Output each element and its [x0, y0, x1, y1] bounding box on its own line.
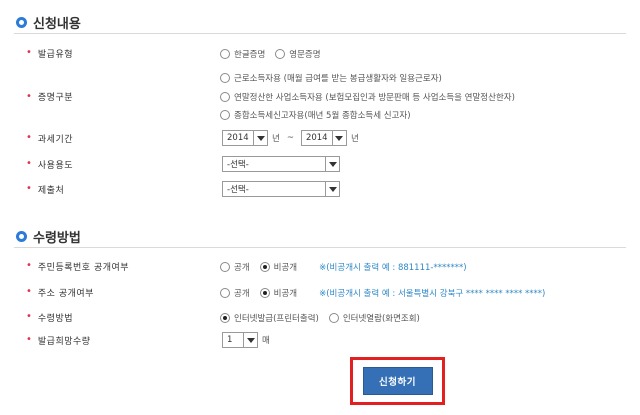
- receive-method-options: 인터넷발급(프린터출력) 인터넷열람(화면조회): [220, 312, 426, 324]
- required-dot-icon: •: [26, 90, 32, 102]
- radio-rrn-public[interactable]: [220, 262, 230, 272]
- row-cert-type: • 증명구분 근로소득자용 (매월 급여를 받는 봉급생활자와 일용근로자) 연…: [0, 70, 640, 122]
- address-options: 공개 비공개 ※(비공개시 출력 예 : 서울특별시 강북구 **** ****…: [220, 287, 545, 299]
- section-header-application: 신청내용: [16, 13, 81, 32]
- section-title: 신청내용: [33, 17, 81, 32]
- section-bullet-icon: [16, 17, 27, 28]
- radio-english-cert[interactable]: [275, 49, 286, 59]
- required-dot-icon: •: [26, 158, 32, 169]
- divider: [14, 247, 626, 248]
- rrn-options: 공개 비공개 ※(비공개시 출력 예 : 881111-*******): [220, 261, 467, 273]
- radio-comprehensive-income[interactable]: [220, 110, 230, 120]
- submit-highlight: 신청하기: [350, 357, 445, 405]
- field-label: • 주소 공개여부: [26, 286, 94, 299]
- radio-internet-view[interactable]: [328, 313, 339, 323]
- cert-type-option-3: 종합소득세신고자용(매년 5월 종합소득세 신고자): [220, 109, 417, 121]
- row-tax-period: • 과세기간 2014 년 ~ 2014 년: [0, 129, 640, 147]
- row-address-disclosure: • 주소 공개여부 공개 비공개 ※(비공개시 출력 예 : 서울특별시 강북구…: [0, 283, 640, 301]
- required-dot-icon: •: [26, 311, 32, 322]
- row-usage: • 사용용도 -선택-: [0, 155, 640, 173]
- cert-type-option-2: 연말정산한 사업소득자용 (보험모집인과 방문판매 등 사업소득을 연말정산한자…: [220, 91, 521, 103]
- address-note: ※(비공개시 출력 예 : 서울특별시 강북구 **** **** **** *…: [319, 289, 546, 299]
- chevron-down-icon: [325, 157, 339, 171]
- section-header-receive: 수령방법: [16, 227, 81, 246]
- chevron-down-icon: [331, 131, 346, 145]
- rrn-note: ※(비공개시 출력 예 : 881111-*******): [319, 263, 467, 273]
- section-bullet-icon: [16, 231, 27, 242]
- divider: [14, 33, 626, 34]
- radio-internet-print[interactable]: [220, 313, 230, 323]
- row-rrn-disclosure: • 주민등록번호 공개여부 공개 비공개 ※(비공개시 출력 예 : 88111…: [0, 257, 640, 275]
- row-issue-type: • 발급유형 한글증명 영문증명: [0, 44, 640, 62]
- field-label: • 과세기간: [26, 132, 74, 145]
- required-dot-icon: •: [26, 132, 32, 143]
- row-submit-to: • 제출처 -선택-: [0, 180, 640, 198]
- radio-rrn-private[interactable]: [259, 262, 270, 272]
- field-label: • 주민등록번호 공개여부: [26, 260, 130, 273]
- from-year-select[interactable]: 2014: [222, 130, 268, 146]
- quantity-select[interactable]: 1: [222, 332, 258, 348]
- chevron-down-icon: [325, 182, 339, 196]
- required-dot-icon: •: [26, 47, 32, 58]
- required-dot-icon: •: [26, 286, 32, 297]
- field-label: • 수령방법: [26, 311, 74, 324]
- field-label: • 증명구분: [26, 90, 74, 103]
- submit-to-field: -선택-: [222, 181, 340, 197]
- cert-type-option-1: 근로소득자용 (매월 급여를 받는 봉급생활자와 일용근로자): [220, 72, 448, 84]
- radio-korean-cert[interactable]: [220, 49, 230, 59]
- row-quantity: • 발급희망수량 1 매: [0, 331, 640, 349]
- apply-button[interactable]: 신청하기: [362, 367, 433, 395]
- radio-address-private[interactable]: [259, 288, 270, 298]
- field-label: • 제출처: [26, 183, 65, 196]
- issue-type-options: 한글증명 영문증명: [220, 48, 327, 60]
- radio-business-income[interactable]: [220, 92, 230, 102]
- field-label: • 발급유형: [26, 47, 74, 60]
- submit-to-select[interactable]: -선택-: [222, 181, 340, 197]
- required-dot-icon: •: [26, 183, 32, 194]
- required-dot-icon: •: [26, 334, 32, 345]
- row-receive-method: • 수령방법 인터넷발급(프린터출력) 인터넷열람(화면조회): [0, 308, 640, 326]
- required-dot-icon: •: [26, 260, 32, 271]
- usage-field: -선택-: [222, 156, 340, 172]
- quantity-field: 1 매: [222, 332, 270, 348]
- field-label: • 사용용도: [26, 158, 74, 171]
- chevron-down-icon: [253, 131, 267, 145]
- usage-select[interactable]: -선택-: [222, 156, 340, 172]
- chevron-down-icon: [243, 333, 257, 347]
- section-title: 수령방법: [33, 231, 81, 246]
- radio-address-public[interactable]: [220, 288, 230, 298]
- tax-period-fields: 2014 년 ~ 2014 년: [222, 130, 359, 146]
- radio-earned-income[interactable]: [220, 73, 230, 83]
- to-year-select[interactable]: 2014: [300, 130, 347, 146]
- field-label: • 발급희망수량: [26, 334, 91, 347]
